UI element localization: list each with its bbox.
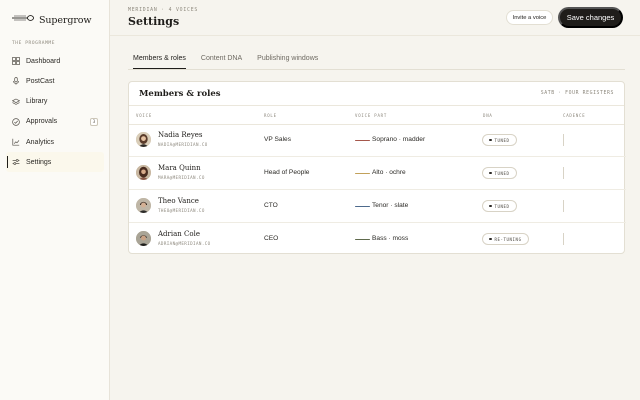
sidebar-item-label: Analytics: [26, 138, 55, 146]
brand[interactable]: Supergrow: [11, 11, 92, 29]
page-eyebrow: MERIDIAN · 4 VOICES: [128, 8, 199, 13]
member-email: MARA@MERIDIAN.CO: [158, 175, 205, 180]
sidebar-item-approvals[interactable]: Approvals 3: [6, 112, 104, 132]
member-email: NADIA@MERIDIAN.CO: [158, 142, 208, 147]
chart-icon: [12, 138, 20, 146]
sidebar-section-label: THE PROGRAMME: [12, 41, 56, 46]
status-dot-icon: [489, 204, 492, 208]
card-title: Members & roles: [139, 89, 221, 99]
avatar: [136, 198, 151, 213]
dna-status-label: TUNED: [494, 170, 510, 176]
sidebar-item-label: Library: [26, 98, 48, 106]
table-row[interactable]: Mara Quinn MARA@MERIDIAN.CO Head of Peop…: [129, 157, 626, 190]
voice-part-swatch: [355, 238, 370, 240]
sidebar: Supergrow THE PROGRAMME Dashboard PostCa…: [0, 0, 110, 400]
cadence-indicator: [563, 167, 564, 179]
sidebar-item-settings[interactable]: Settings: [6, 152, 104, 173]
sidebar-item-postcast[interactable]: PostCast: [6, 71, 104, 91]
page-title: Settings: [128, 15, 180, 28]
card-divider: [129, 105, 624, 106]
avatar: [136, 231, 151, 246]
dna-status-label: RE-TUNING: [494, 236, 522, 242]
sliders-icon: [12, 158, 20, 166]
dna-status-label: TUNED: [494, 203, 510, 209]
dna-status-label: TUNED: [494, 137, 510, 143]
table-row[interactable]: Theo Vance THEO@MERIDIAN.CO CTO Tenor · …: [129, 190, 626, 223]
member-email: ADRIAN@MERIDIAN.CO: [158, 241, 211, 246]
tab-publishing-windows[interactable]: Publishing windows: [257, 55, 318, 69]
cadence-indicator: [563, 200, 564, 212]
settings-tabs: Members & roles Content DNA Publishing w…: [133, 55, 333, 69]
sidebar-item-analytics[interactable]: Analytics: [6, 132, 104, 152]
avatar: [136, 132, 151, 147]
logo-icon: [11, 11, 35, 29]
dna-status-badge[interactable]: TUNED: [482, 167, 517, 179]
column-header-cadence: CADENCE: [563, 113, 586, 118]
column-header-dna: DNA: [483, 113, 493, 118]
voice-part-swatch: [355, 139, 370, 141]
status-dot-icon: [489, 171, 492, 175]
voice-part-label: Bass · moss: [372, 235, 409, 242]
dna-status-badge[interactable]: TUNED: [482, 134, 517, 146]
approvals-count-badge: 3: [90, 117, 98, 126]
voice-part-swatch: [355, 205, 370, 207]
member-email: THEO@MERIDIAN.CO: [158, 208, 205, 213]
column-header-role: ROLE: [264, 113, 277, 118]
status-dot-icon: [489, 138, 492, 142]
sidebar-item-label: Settings: [26, 158, 52, 166]
voice-part-label: Alto · ochre: [372, 169, 406, 176]
voice-part-label: Tenor · slate: [372, 202, 409, 209]
voice-part-swatch: [355, 172, 370, 174]
member-role: CTO: [264, 202, 278, 209]
member-role: CEO: [264, 235, 279, 242]
cadence-indicator: [563, 233, 564, 245]
dna-status-badge[interactable]: RE-TUNING: [482, 233, 529, 245]
member-name: Theo Vance: [158, 197, 199, 205]
sidebar-item-label: PostCast: [26, 77, 55, 85]
member-role: Head of People: [264, 169, 310, 176]
sidebar-nav: Dashboard PostCast Library Approvals 3 A…: [6, 51, 104, 173]
member-role: VP Sales: [264, 136, 292, 143]
brand-name: Supergrow: [39, 14, 92, 26]
table-row[interactable]: Adrian Cole ADRIAN@MERIDIAN.CO CEO Bass …: [129, 223, 626, 256]
member-name: Mara Quinn: [158, 164, 201, 172]
card-meta: SATB · FOUR REGISTERS: [540, 91, 614, 96]
member-name: Adrian Cole: [158, 230, 200, 238]
sidebar-item-label: Approvals: [26, 118, 58, 126]
tab-content-dna[interactable]: Content DNA: [201, 55, 242, 69]
dna-status-badge[interactable]: TUNED: [482, 200, 517, 212]
invite-voice-button[interactable]: Invite a voice: [506, 10, 553, 25]
tab-members-roles[interactable]: Members & roles: [133, 55, 186, 69]
column-header-voice-part: VOICE PART: [355, 113, 388, 118]
microphone-icon: [12, 77, 20, 85]
grid-icon: [12, 57, 20, 65]
member-name: Nadia Reyes: [158, 131, 203, 139]
sidebar-item-library[interactable]: Library: [6, 92, 104, 112]
sidebar-item-label: Dashboard: [26, 57, 61, 65]
cadence-indicator: [563, 134, 564, 146]
avatar: [136, 165, 151, 180]
check-circle-icon: [12, 118, 20, 126]
voice-part-label: Soprano · madder: [372, 136, 426, 143]
table-row[interactable]: Nadia Reyes NADIA@MERIDIAN.CO VP Sales S…: [129, 124, 626, 157]
header-divider: [110, 35, 640, 36]
sidebar-item-dashboard[interactable]: Dashboard: [6, 51, 104, 71]
column-header-voice: VOICE: [136, 113, 153, 118]
members-card: Members & roles SATB · FOUR REGISTERS VO…: [128, 81, 626, 256]
save-changes-button[interactable]: Save changes: [558, 7, 623, 28]
layers-icon: [12, 98, 20, 106]
tabs-divider: [128, 69, 625, 70]
status-dot-icon: [489, 237, 492, 241]
